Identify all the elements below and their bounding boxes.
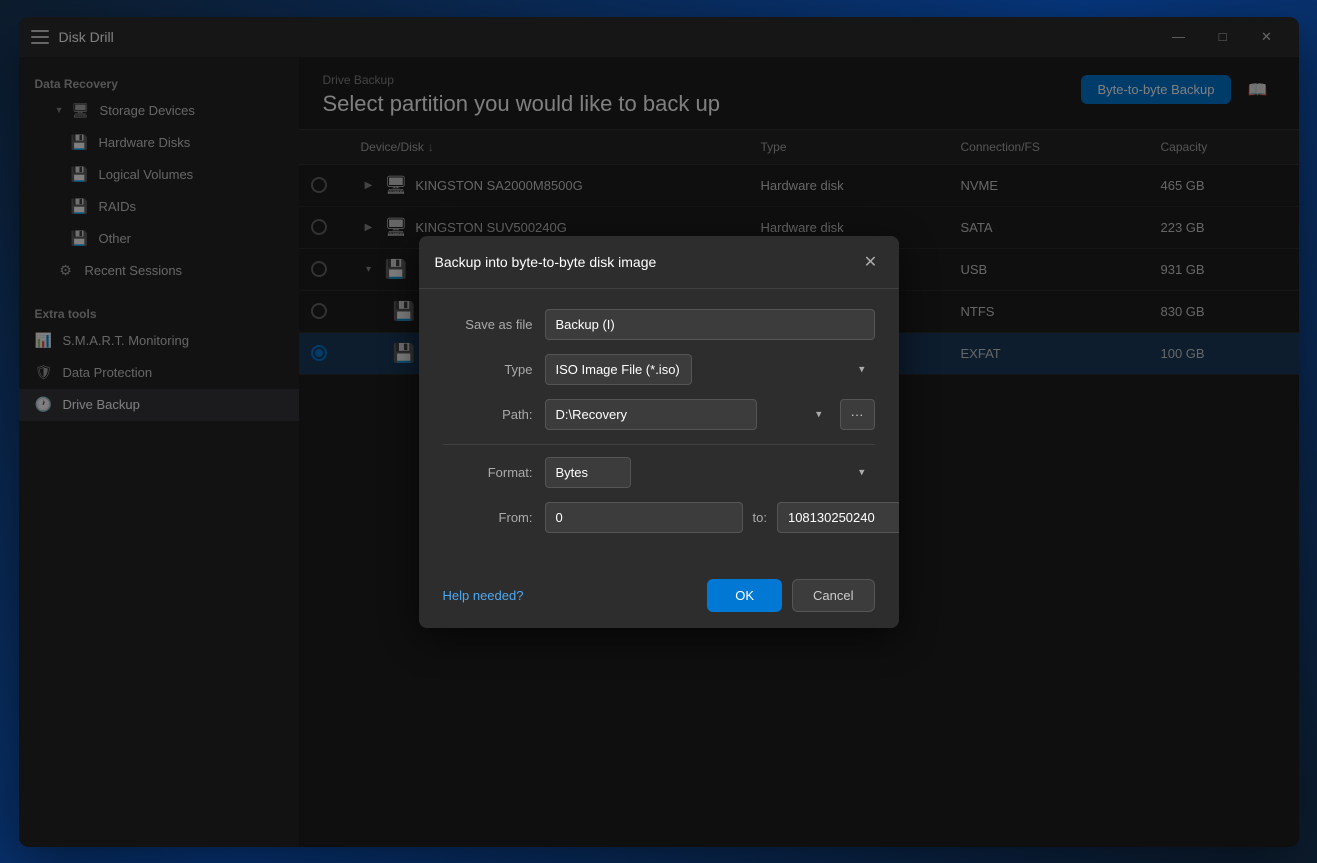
path-wrapper	[545, 399, 832, 430]
path-input-row: ···	[545, 399, 875, 430]
path-input[interactable]	[545, 399, 757, 430]
dialog-overlay: Backup into byte-to-byte disk image ✕ Sa…	[0, 0, 1317, 863]
from-to-inputs: to:	[545, 502, 899, 533]
dialog-header: Backup into byte-to-byte disk image ✕	[419, 236, 899, 289]
help-link[interactable]: Help needed?	[443, 588, 524, 603]
save-as-file-input[interactable]	[545, 309, 875, 340]
format-select[interactable]: Bytes Kilobytes Megabytes Gigabytes	[545, 457, 631, 488]
path-label: Path:	[443, 407, 533, 422]
path-row: Path: ···	[443, 399, 875, 430]
format-row: Format: Bytes Kilobytes Megabytes Gigaby…	[443, 457, 875, 488]
type-select[interactable]: ISO Image File (*.iso) IMG File (*.img) …	[545, 354, 692, 385]
dialog-footer: Help needed? OK Cancel	[419, 567, 899, 628]
dialog-title: Backup into byte-to-byte disk image	[435, 254, 657, 270]
save-as-file-label: Save as file	[443, 317, 533, 332]
footer-buttons: OK Cancel	[707, 579, 874, 612]
from-input[interactable]	[545, 502, 743, 533]
to-separator: to:	[753, 510, 767, 525]
save-as-file-row: Save as file	[443, 309, 875, 340]
to-input[interactable]	[777, 502, 899, 533]
format-label: Format:	[443, 465, 533, 480]
divider	[443, 444, 875, 445]
format-select-wrapper: Bytes Kilobytes Megabytes Gigabytes	[545, 457, 875, 488]
ok-button[interactable]: OK	[707, 579, 782, 612]
type-select-wrapper: ISO Image File (*.iso) IMG File (*.img) …	[545, 354, 875, 385]
type-row: Type ISO Image File (*.iso) IMG File (*.…	[443, 354, 875, 385]
browse-button[interactable]: ···	[840, 399, 875, 430]
dialog-close-button[interactable]: ✕	[859, 250, 883, 274]
backup-dialog: Backup into byte-to-byte disk image ✕ Sa…	[419, 236, 899, 628]
cancel-button[interactable]: Cancel	[792, 579, 874, 612]
from-to-row: From: to:	[443, 502, 875, 533]
dialog-body: Save as file Type ISO Image File (*.iso)…	[419, 289, 899, 567]
type-label: Type	[443, 362, 533, 377]
from-label: From:	[443, 510, 533, 525]
